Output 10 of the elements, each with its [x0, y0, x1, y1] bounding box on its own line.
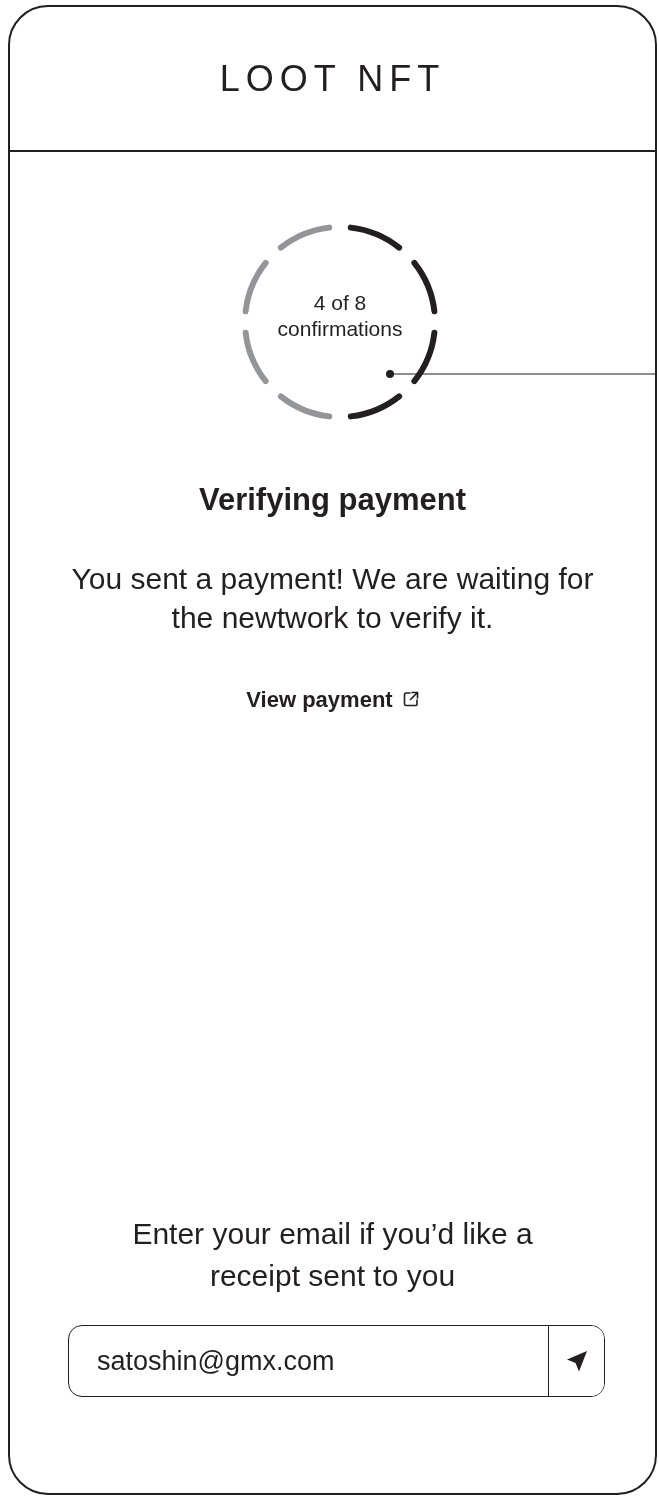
- receipt-prompt: Enter your email if you’d like a receipt sent to you: [131, 1216, 534, 1294]
- external-link-icon: [402, 691, 419, 707]
- confirmation-count: 4 of 8: [312, 290, 368, 316]
- send-button[interactable]: [548, 1326, 604, 1396]
- paper-plane-icon: [565, 1350, 588, 1372]
- view-payment-link[interactable]: View payment: [246, 682, 419, 716]
- status-title: Verifying payment: [199, 481, 466, 519]
- status-message: You sent a payment! We are waiting for the newtwork to verify it.: [70, 560, 595, 636]
- confirmation-label: confirmations: [276, 316, 404, 343]
- brand-logo: LOOT NFT: [219, 56, 446, 101]
